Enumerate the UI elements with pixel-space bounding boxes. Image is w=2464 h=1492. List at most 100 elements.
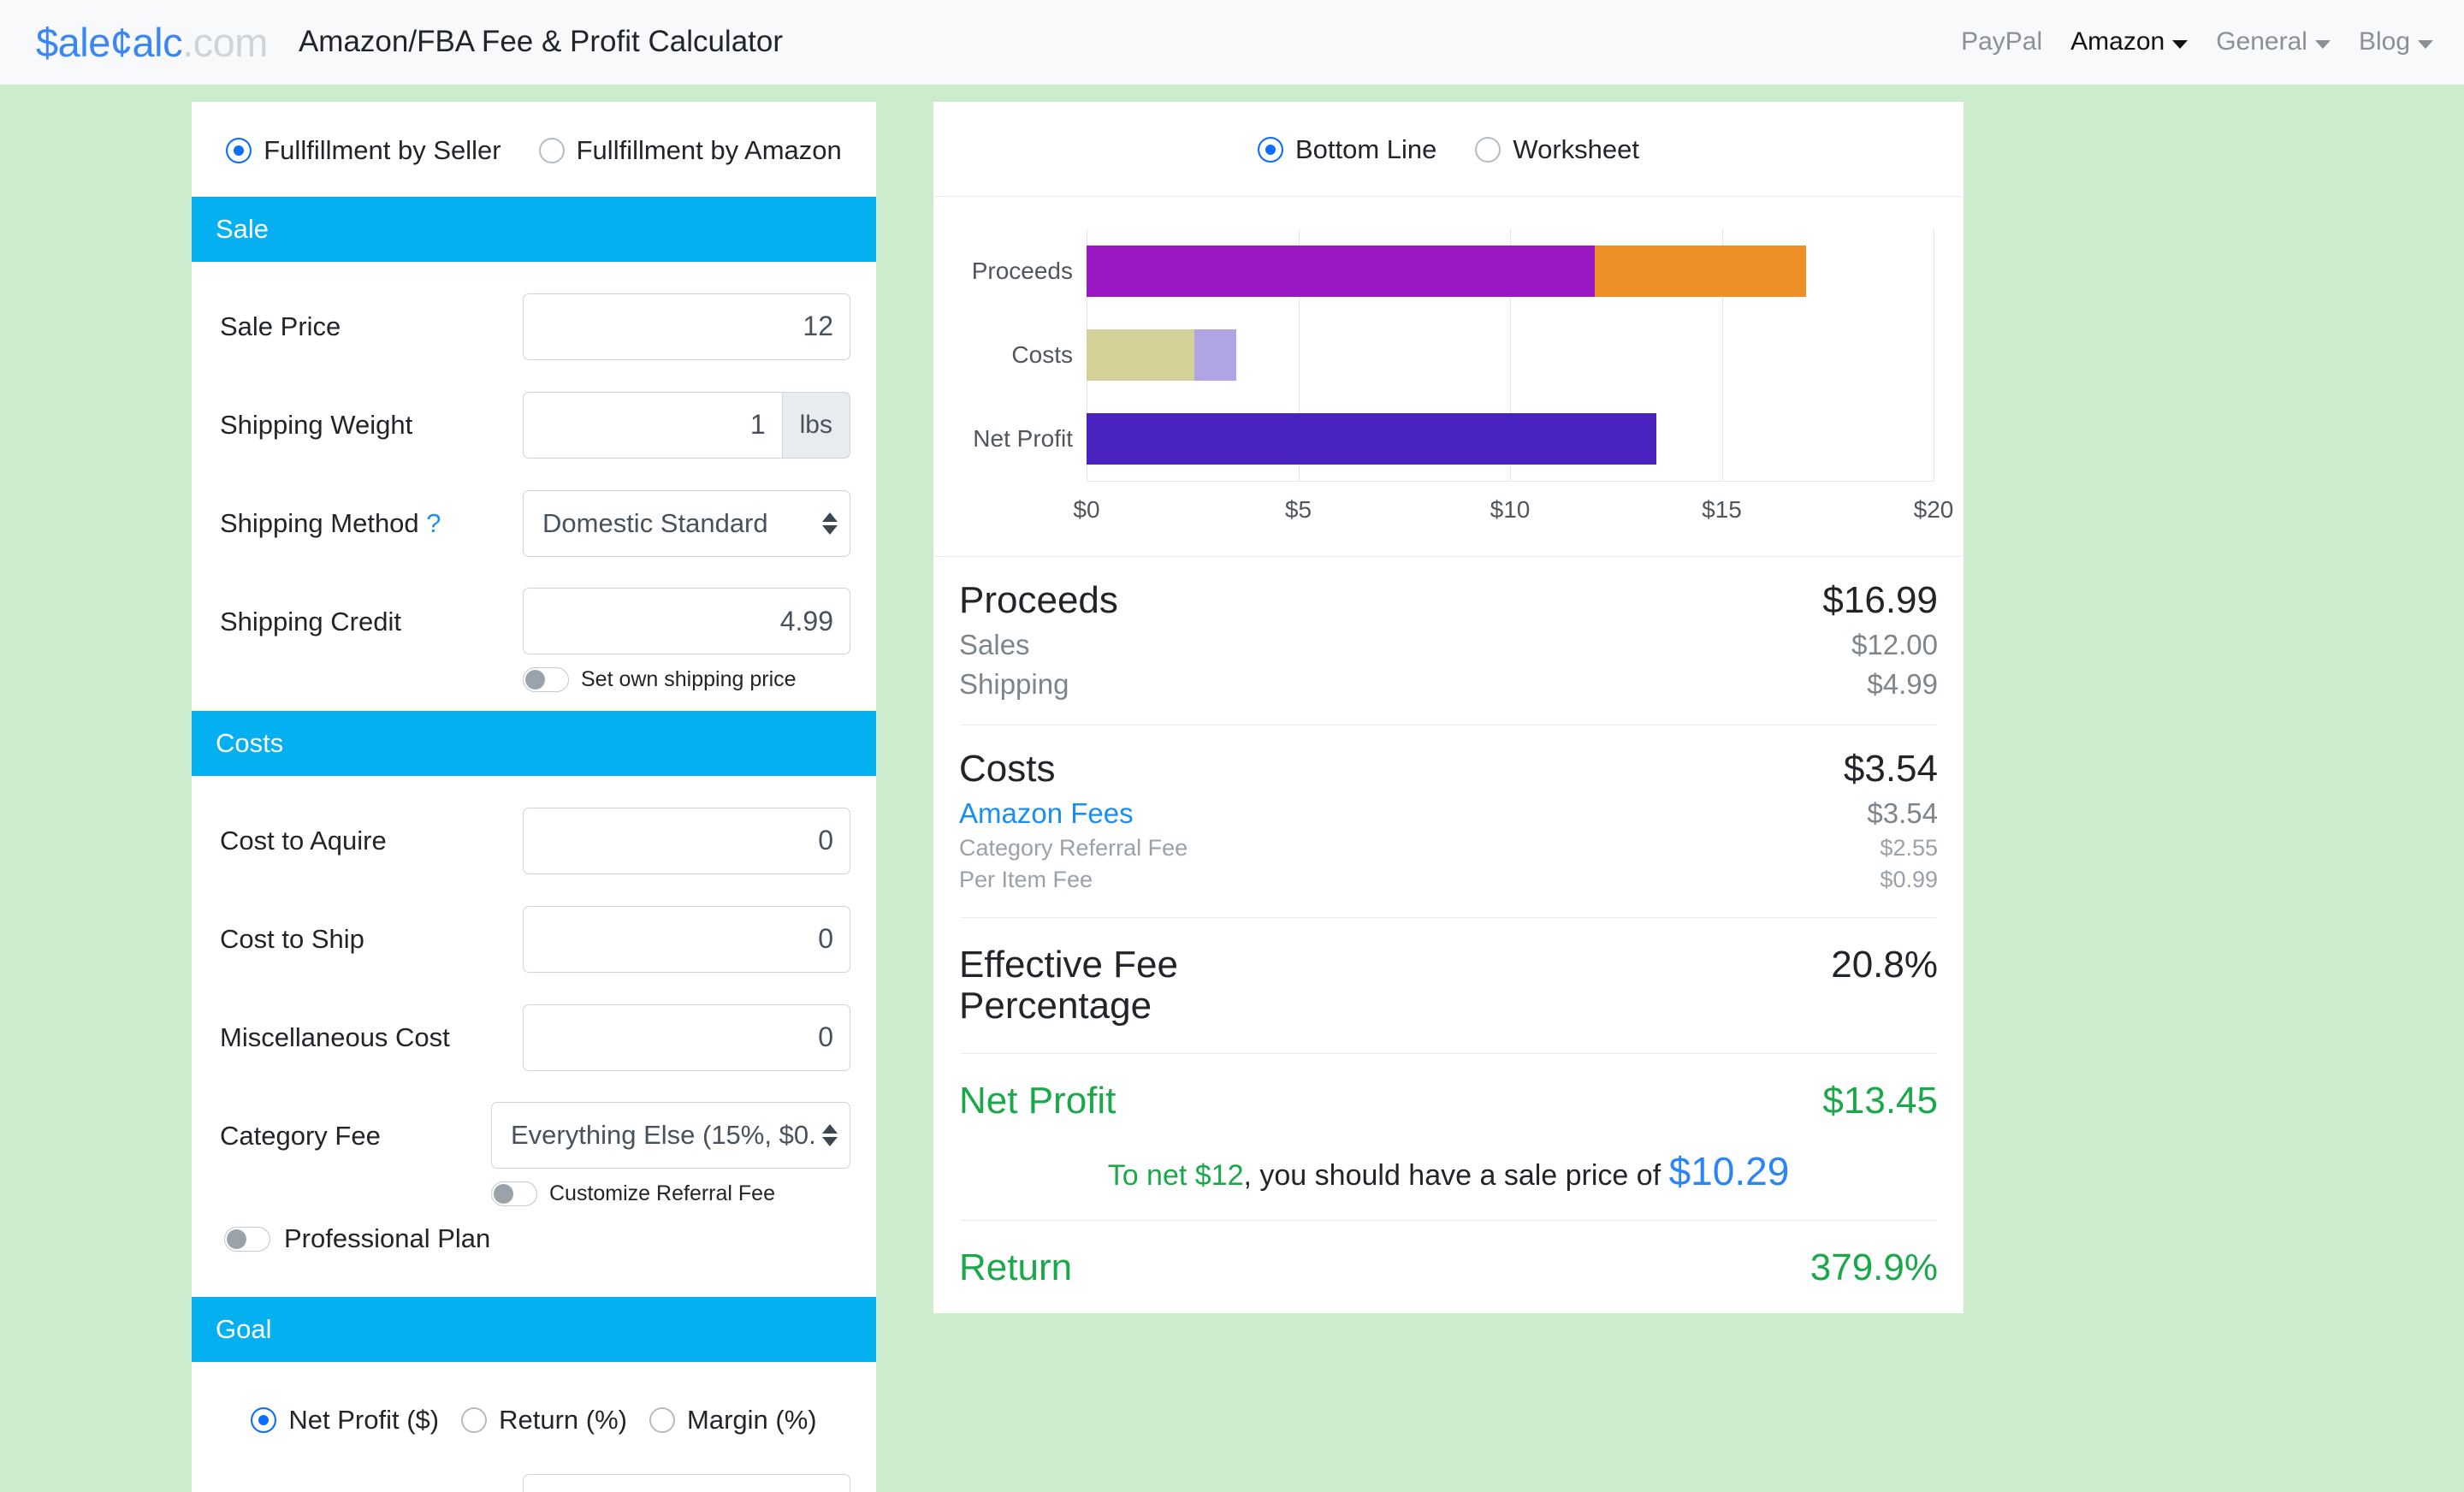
toggle-label: Professional Plan: [284, 1223, 491, 1253]
radio-fulfillment-by-amazon[interactable]: Fullfillment by Amazon: [538, 135, 842, 166]
shipping-credit-input[interactable]: 4.99: [523, 588, 850, 654]
chart-tick-label: $10: [1490, 496, 1531, 523]
radio-fulfillment-by-seller[interactable]: Fullfillment by Seller: [226, 135, 501, 166]
chart-bar-proceeds: Proceeds: [972, 245, 1934, 298]
chevron-down-icon: [2418, 40, 2433, 49]
field-sale-price: Sale Price 12: [217, 277, 850, 376]
chart-tick-label: $15: [1702, 496, 1742, 523]
shipping-weight-input[interactable]: 1: [523, 391, 783, 459]
radio-icon-unselected: [538, 138, 565, 163]
amazon-fees-link[interactable]: Amazon Fees: [959, 797, 1134, 830]
cost-to-acquire-input[interactable]: 0: [523, 807, 850, 874]
toggle-set-own-shipping-price[interactable]: Set own shipping price: [523, 667, 850, 692]
cost-to-ship-input[interactable]: 0: [523, 905, 850, 973]
toggle-switch-icon-off: [224, 1226, 270, 1252]
page-body: Fullfillment by Seller Fullfillment by A…: [0, 85, 2464, 1492]
radio-goal-return[interactable]: Return (%): [461, 1405, 627, 1436]
chart-bar-net-profit: Net Profit: [973, 412, 1934, 465]
sale-price-input[interactable]: 12: [523, 293, 850, 360]
radio-icon-selected: [251, 1407, 277, 1433]
left-panel-card: Fullfillment by Seller Fullfillment by A…: [192, 102, 876, 1492]
desired-amount-input[interactable]: 12: [523, 1473, 850, 1492]
chart-category-label: Proceeds: [971, 257, 1073, 284]
row-label: Per Item Fee: [959, 867, 1093, 892]
radio-view-bottom-line[interactable]: Bottom Line: [1257, 134, 1437, 165]
toggle-professional-plan[interactable]: Professional Plan: [217, 1206, 850, 1278]
costs-row-category-referral-fee: Category Referral Fee $2.55: [959, 835, 1938, 861]
row-label: Category Referral Fee: [959, 835, 1188, 861]
radio-view-worksheet[interactable]: Worksheet: [1475, 134, 1639, 165]
chart-plot-area: Proceeds Costs Net Profit $0 $5 $10 $15 $20: [972, 229, 1953, 523]
bottom-line-bar-chart: Proceeds Costs Net Profit $0 $5 $10 $15 $20: [933, 197, 1964, 556]
shipping-weight-group: 1 lbs: [523, 391, 850, 459]
goal-sentence-middle: , you should have a sale price of: [1243, 1159, 1669, 1193]
shipping-method-select[interactable]: Domestic Standard: [523, 489, 850, 557]
results-costs-block: Costs $3.54 Amazon Fees $3.54 Category R…: [959, 725, 1938, 917]
chart-tick-label: $0: [1073, 496, 1100, 523]
toggle-label: Customize Referral Fee: [549, 1181, 775, 1205]
proceeds-row-shipping: Shipping $4.99: [959, 668, 1938, 701]
chart-axis-line: [1087, 481, 1934, 482]
toggle-switch-icon-off: [491, 1181, 537, 1206]
field-label: Cost to Aquire: [220, 825, 387, 856]
field-label: Shipping Credit: [220, 607, 401, 636]
results-return-block: Return 379.9%: [959, 1221, 1938, 1313]
toggle-customize-referral-fee[interactable]: Customize Referral Fee: [491, 1181, 850, 1206]
category-fee-select[interactable]: Everything Else (15%, $0.3: [491, 1102, 850, 1169]
goal-suggested-price: $10.29: [1668, 1149, 1790, 1194]
field-shipping-method: Shipping Method ? Domestic Standard: [217, 474, 850, 572]
row-label: Shipping: [959, 668, 1069, 700]
radio-label: Worksheet: [1513, 134, 1640, 164]
nav-link-blog[interactable]: Blog: [2359, 27, 2433, 56]
sale-form: Sale Price 12 Shipping Weight 1 lbs Ship…: [192, 262, 876, 711]
net-profit-title: Net Profit: [959, 1080, 1116, 1122]
nav-link-general[interactable]: General: [2216, 27, 2331, 56]
select-arrows-icon: [822, 512, 838, 535]
page-title: Amazon/FBA Fee & Profit Calculator: [298, 25, 784, 58]
view-mode-radio-group: Bottom Line Worksheet: [933, 102, 1964, 196]
chart-bar-segment: [1194, 329, 1237, 382]
section-header-goal: Goal: [192, 1297, 876, 1362]
field-miscellaneous-cost: Miscellaneous Cost 0: [217, 988, 850, 1086]
brand-tld: .com: [182, 19, 268, 65]
radio-goal-net-profit[interactable]: Net Profit ($): [251, 1405, 439, 1436]
results-list: Proceeds $16.99 Sales $12.00 Shipping $4…: [933, 557, 1964, 1313]
radio-label: Bottom Line: [1294, 134, 1437, 164]
field-label: Shipping Weight: [220, 409, 413, 440]
help-icon[interactable]: ?: [426, 508, 441, 538]
net-profit-value: $13.45: [1822, 1080, 1938, 1122]
miscellaneous-cost-input[interactable]: 0: [523, 1004, 850, 1071]
field-shipping-credit: Shipping Credit 4.99 Set own shipping pr…: [217, 572, 850, 692]
field-label-text: Shipping Method: [220, 507, 419, 538]
chart-bar-segment: [1087, 412, 1656, 465]
costs-form: Cost to Aquire 0 Cost to Ship 0 Miscella…: [192, 776, 876, 1297]
nav-link-amazon[interactable]: Amazon: [2070, 27, 2189, 56]
results-net-profit-block: Net Profit $13.45 To net $12, you should…: [959, 1054, 1938, 1220]
costs-summary-row: Costs $3.54: [959, 748, 1938, 790]
proceeds-total: $16.99: [1822, 579, 1938, 621]
radio-label: Margin (%): [687, 1405, 817, 1435]
chart-tick-label: $5: [1284, 496, 1312, 523]
effective-fee-row: Effective Fee Percentage 20.8%: [959, 944, 1938, 1026]
nav-link-label: Amazon: [2070, 27, 2165, 56]
proceeds-title: Proceeds: [959, 579, 1118, 621]
toggle-switch-icon-off: [523, 667, 569, 692]
toggle-label: Set own shipping price: [581, 667, 797, 691]
radio-icon-unselected: [461, 1407, 488, 1433]
row-label: Sales: [959, 629, 1030, 660]
return-title: Return: [959, 1246, 1073, 1289]
radio-goal-margin[interactable]: Margin (%): [649, 1405, 817, 1436]
chevron-down-icon: [2314, 40, 2331, 49]
field-label: Category Fee: [220, 1121, 381, 1151]
nav-link-paypal[interactable]: PayPal: [1961, 27, 2042, 56]
section-header-sale: Sale: [192, 197, 876, 262]
radio-label: Fullfillment by Amazon: [576, 135, 842, 165]
chart-bar-segment: [1087, 329, 1195, 382]
field-desired-amount: Desired Amount 12: [217, 1458, 850, 1492]
nav-link-label: PayPal: [1961, 27, 2043, 56]
radio-icon-unselected: [649, 1407, 675, 1433]
radio-label: Net Profit ($): [288, 1405, 440, 1435]
radio-label: Return (%): [499, 1405, 627, 1435]
nav-link-label: General: [2216, 27, 2307, 56]
brand-logo[interactable]: $ale¢alc .com: [36, 19, 268, 66]
